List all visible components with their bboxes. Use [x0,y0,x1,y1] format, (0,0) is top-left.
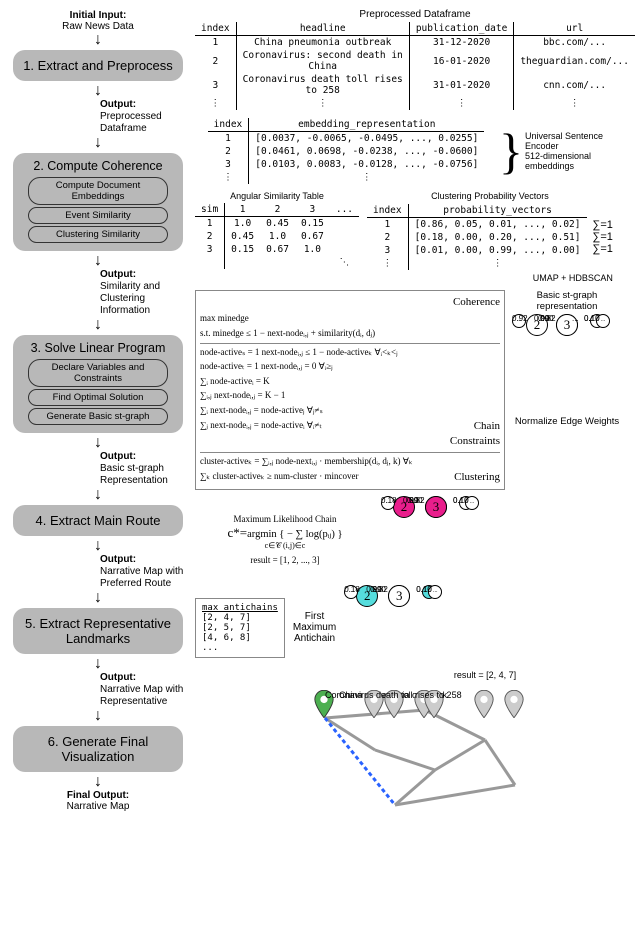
st-graph-diagram: 1 2 ... ... 3 ... 0.90 0.10 0.92 ... 0.8… [512,314,622,414]
lp-formulation: Coherence max minedge s.t. minedge ≤ 1 −… [195,290,505,490]
embedding-note: Universal Sentence Encoder512-dimensiona… [525,131,635,171]
arrow-down-icon: ↓ [8,85,188,97]
substep: Clustering Similarity [28,226,168,243]
umap-note: UMAP + HDBSCAN [367,273,613,283]
substep: Event Similarity [28,207,168,224]
step-3-output: Output:Basic st-graphRepresentation [100,451,188,487]
arrow-down-icon: ↓ [8,592,188,604]
antichain-graph-diagram: 1 2 ... ... 3 ... 0.90 0.10 0.18 0.82 0.… [344,585,459,670]
step-2-output: Output:Similarity andClusteringInformati… [100,269,188,317]
arrow-down-icon: ↓ [8,319,188,331]
chain-graph-diagram: 1 2 ... ... 3 ... 0.90 0.10 0.18 0.82 0.… [381,496,496,581]
final-output-label: Final Output:Narrative Map [8,790,188,812]
final-visualization: China pneumonia outbreak Coronavirus dea… [195,690,635,820]
clust-caption: Clustering Probability Vectors [367,191,613,201]
arrow-down-icon: ↓ [8,137,188,149]
details-column: Preprocessed Dataframe index headline pu… [195,8,635,820]
stgraph-caption: Basic st-graph representation [509,290,625,312]
embeddings-table: indexembedding_representation 1[0.0037, … [208,118,485,184]
map-pin-icon [473,690,495,718]
map-pin-icon [503,690,525,718]
df-caption: Preprocessed Dataframe [195,9,635,20]
arrow-down-icon: ↓ [8,255,188,267]
arrow-down-icon: ↓ [8,34,188,46]
substep: Compute Document Embeddings [28,177,168,205]
antichain-list: max_antichains [2, 4, 7] [2, 5, 7] [4, 6… [195,598,285,658]
similarity-table: sim123... 11.00.450.15 20.451.00.67 30.1… [195,203,359,269]
step-4-output: Output:Narrative Map withPreferred Route [100,554,188,590]
step-5-output: Output:Narrative Map withRepresentative [100,672,188,708]
arrow-down-icon: ↓ [8,540,188,552]
step-1-box: 1. Extract and Preprocess [13,50,183,81]
antichain-label: First Maximum Antichain [293,611,336,644]
step-4-box: 4. Extract Main Route [13,505,183,536]
initial-input-label: Initial Input:Raw News Data [8,10,188,32]
normalize-note: Normalize Edge Weights [509,416,625,427]
flowchart-column: Initial Input:Raw News Data ↓ 1. Extract… [8,8,188,814]
step-6-box: 6. Generate Final Visualization [13,726,183,772]
brace-icon: } [499,126,523,176]
arrow-down-icon: ↓ [8,489,188,501]
arrow-down-icon: ↓ [8,437,188,449]
end-node-label: Coronavirus death toll rises to 258 [325,690,462,700]
arrow-down-icon: ↓ [8,658,188,670]
step-1-output: Output:PreprocessedDataframe [100,99,188,135]
sim-caption: Angular Similarity Table [195,191,359,201]
substep: Find Optimal Solution [28,389,168,406]
substep: Declare Variables and Constraints [28,359,168,387]
max-likelihood-formula: Maximum Likelihood Chain c*=argmin { − ∑… [195,513,375,565]
antichain-result: result = [2, 4, 7] [335,670,635,680]
step-5-box: 5. Extract Representative Landmarks [13,608,183,654]
arrow-down-icon: ↓ [8,710,188,722]
sum-label: ∑=1 [593,219,613,231]
sum-label: ∑=1 [593,243,613,255]
arrow-down-icon: ↓ [8,776,188,788]
step-2-box: 2. Compute Coherence Compute Document Em… [13,153,183,251]
clustering-table: indexprobability_vectors 1[0.86, 0.05, 0… [367,204,586,270]
step-3-box: 3. Solve Linear Program Declare Variable… [13,335,183,433]
preprocessed-dataframe-table: index headline publication_date url 1Chi… [195,22,635,110]
sum-label: ∑=1 [593,231,613,243]
substep: Generate Basic st-graph [28,408,168,425]
